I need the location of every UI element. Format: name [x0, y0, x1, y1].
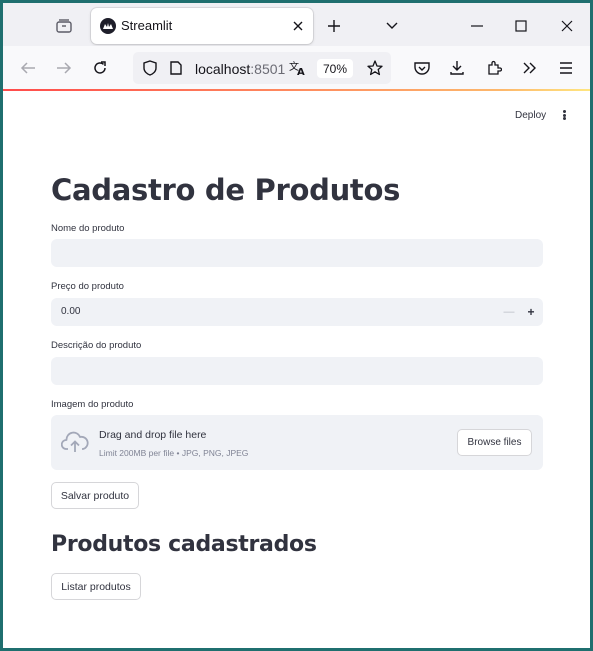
url-text: localhost:8501 [195, 61, 285, 77]
tab-streamlit[interactable]: Streamlit [91, 8, 313, 44]
downloads-icon[interactable] [444, 55, 470, 81]
svg-text:A: A [297, 67, 305, 76]
navigation-bar: localhost:8501 文A 70% [3, 46, 590, 90]
file-dropzone[interactable]: Drag and drop file here Limit 200MB per … [51, 415, 543, 470]
minimize-icon[interactable] [464, 13, 490, 39]
decrement-button[interactable]: — [499, 298, 519, 326]
tab-overview-icon[interactable] [50, 13, 78, 39]
tab-strip: Streamlit [3, 3, 590, 46]
dropzone-title: Drag and drop file here [99, 429, 207, 441]
list-all-tabs-icon[interactable] [379, 13, 405, 39]
bookmark-star-icon[interactable] [362, 55, 388, 81]
description-input[interactable] [51, 357, 543, 385]
zoom-level-badge[interactable]: 70% [317, 59, 353, 78]
increment-button[interactable]: + [521, 298, 541, 326]
forward-icon[interactable] [51, 55, 77, 81]
reload-icon[interactable] [87, 55, 113, 81]
new-tab-icon[interactable] [321, 13, 347, 39]
app-menu-icon[interactable] [553, 55, 579, 81]
browse-files-button[interactable]: Browse files [457, 429, 532, 456]
price-number-input[interactable]: 0.00 — + [51, 298, 543, 326]
price-value: 0.00 [61, 306, 81, 317]
image-field-label: Imagem do produto [51, 399, 134, 410]
page-info-icon[interactable] [163, 55, 189, 81]
streamlit-favicon-icon [100, 18, 116, 34]
url-port: :8501 [250, 61, 286, 77]
app-content: Deploy Cadastro de Produtos Nome do prod… [3, 91, 590, 648]
extensions-icon[interactable] [481, 55, 507, 81]
cloud-upload-icon [60, 431, 89, 453]
url-bar[interactable]: localhost:8501 文A 70% [133, 52, 391, 84]
more-tools-icon[interactable] [517, 55, 543, 81]
price-field-label: Preço do produto [51, 281, 124, 292]
translate-icon[interactable]: 文A [285, 55, 311, 81]
name-input[interactable] [51, 239, 543, 267]
back-icon[interactable] [15, 55, 41, 81]
name-field-label: Nome do produto [51, 223, 125, 234]
pocket-icon[interactable] [409, 55, 435, 81]
list-products-button[interactable]: Listar produtos [51, 573, 141, 600]
description-field-label: Descrição do produto [51, 340, 142, 351]
close-window-icon[interactable] [554, 13, 580, 39]
browser-window: Streamlit localhost:8501 文 A 70% Deploy … [3, 3, 590, 648]
maximize-icon[interactable] [508, 13, 534, 39]
save-product-button[interactable]: Salvar produto [51, 482, 139, 509]
page-title: Cadastro de Produtos [51, 173, 401, 207]
tracking-protection-icon[interactable] [137, 55, 163, 81]
deploy-button[interactable]: Deploy [515, 110, 546, 121]
close-tab-icon[interactable] [289, 17, 307, 35]
section-title: Produtos cadastrados [51, 532, 317, 557]
dropzone-limit-text: Limit 200MB per file • JPG, PNG, JPEG [99, 448, 249, 458]
tab-title: Streamlit [121, 18, 173, 33]
main-menu-icon[interactable] [558, 108, 570, 122]
url-host: localhost [195, 61, 251, 77]
